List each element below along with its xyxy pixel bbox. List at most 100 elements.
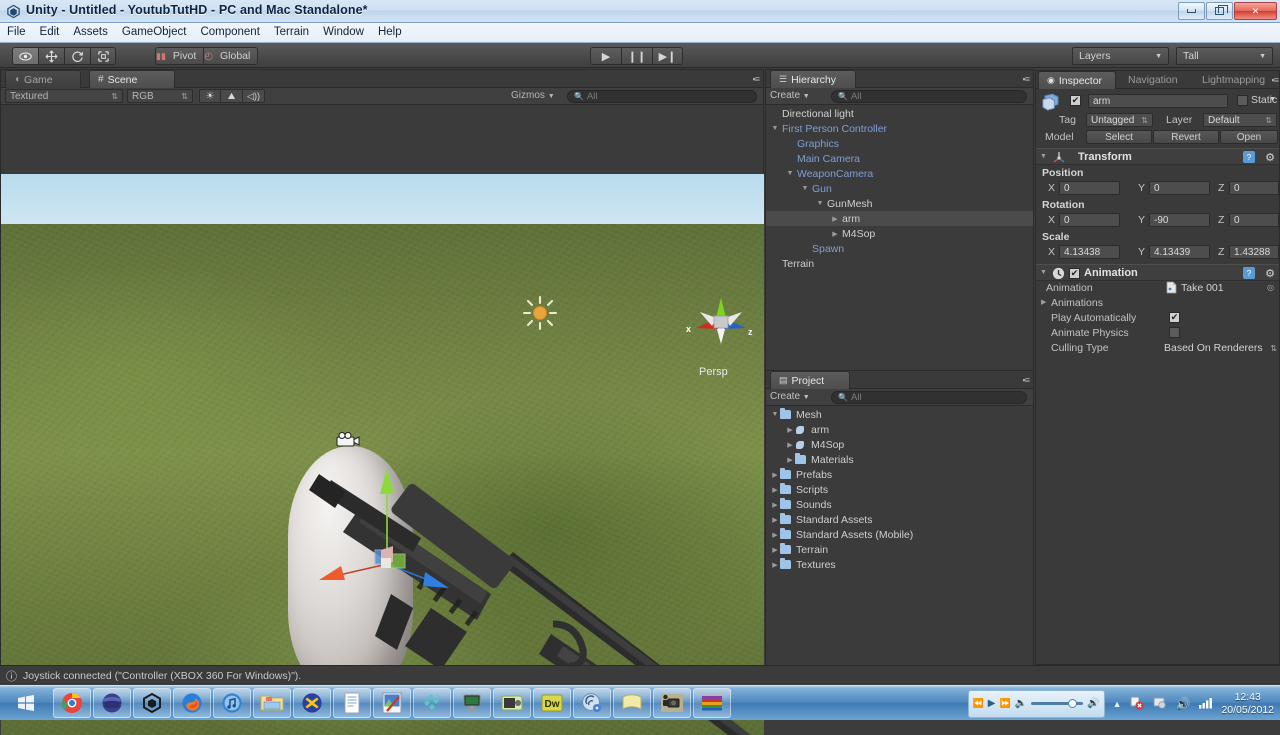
animation-foldout-arrow-icon[interactable]: ▼ — [1040, 269, 1047, 276]
scene-viewport[interactable]: x z Persp — [1, 174, 764, 735]
model-open-button[interactable]: Open — [1220, 130, 1278, 144]
project-item[interactable]: ▶ Materials — [766, 452, 1033, 467]
project-item[interactable]: ▶ Standard Assets — [766, 512, 1033, 527]
play-button[interactable]: ▶ — [590, 47, 621, 65]
tab-lightmapping[interactable]: Lightmapping — [1194, 71, 1278, 89]
foldout-arrow-icon[interactable]: ▶ — [770, 501, 780, 509]
taskbar-notepad[interactable] — [333, 688, 371, 718]
menu-item-terrain[interactable]: Terrain — [267, 23, 316, 41]
animation-component-header[interactable]: ▼ ✔ Animation ? ⚙ — [1036, 264, 1279, 281]
show-hidden-icons-button[interactable]: ▲ — [1113, 699, 1122, 709]
taskbar-photoshop[interactable] — [373, 688, 411, 718]
scene-orientation-gizmo[interactable]: x z — [684, 288, 758, 354]
scale-z-input[interactable]: 1.43288 — [1229, 245, 1279, 259]
foldout-arrow-icon[interactable]: ▼ — [770, 125, 780, 132]
project-item[interactable]: ▶ Prefabs — [766, 467, 1033, 482]
taskbar-3dmodeler[interactable] — [453, 688, 491, 718]
project-item[interactable]: ▶ arm — [766, 422, 1033, 437]
hierarchy-create-button[interactable]: Create ▼ — [770, 90, 810, 101]
project-search-input[interactable]: 🔍 All — [831, 391, 1027, 404]
move-tool-button[interactable] — [38, 47, 64, 65]
taskbar-xfire[interactable] — [293, 688, 331, 718]
project-item[interactable]: ▶ Terrain — [766, 542, 1033, 557]
foldout-arrow-icon[interactable]: ▶ — [830, 215, 840, 223]
media-prev-icon[interactable]: ⏪ — [973, 698, 984, 709]
model-select-button[interactable]: Select — [1086, 130, 1152, 144]
scene-panel-menu-icon[interactable]: ▪≡ — [753, 74, 761, 84]
network-icon[interactable] — [1152, 695, 1167, 713]
pivot-toggle[interactable]: ▮▮ Pivot — [155, 47, 204, 65]
hierarchy-item[interactable]: Directional light — [766, 106, 1033, 121]
taskbar-notes[interactable] — [613, 688, 651, 718]
media-next-icon[interactable]: ⏩ — [999, 698, 1010, 709]
taskbar-dreamweaver[interactable]: Dw — [533, 688, 571, 718]
animation-enabled-checkbox[interactable]: ✔ — [1069, 268, 1080, 279]
lighting-toggle-icon[interactable]: ☀ — [199, 89, 221, 103]
animations-foldout-arrow-icon[interactable]: ▶ — [1041, 298, 1046, 306]
taskbar-imageeditor[interactable] — [413, 688, 451, 718]
render-mode-dropdown[interactable]: RGB ⇅ — [127, 89, 193, 103]
foldout-arrow-icon[interactable]: ▼ — [785, 170, 795, 177]
hierarchy-item[interactable]: Main Camera — [766, 151, 1033, 166]
hierarchy-tree[interactable]: Directional light ▼ First Person Controlle… — [766, 106, 1033, 373]
project-item[interactable]: ▶ Standard Assets (Mobile) — [766, 527, 1033, 542]
media-player-toolbar[interactable]: ⏪ ▶ ⏩ 🔈 🔊 — [967, 689, 1105, 718]
taskbar-chrome[interactable] — [53, 688, 91, 718]
foldout-arrow-icon[interactable]: ▶ — [770, 546, 780, 554]
foldout-arrow-icon[interactable]: ▼ — [815, 200, 825, 207]
foldout-arrow-icon[interactable]: ▶ — [785, 441, 795, 449]
taskbar-unity[interactable] — [133, 688, 171, 718]
taskbar-clock[interactable]: 12:43 20/05/2012 — [1221, 691, 1274, 717]
handle-space-toggle[interactable]: ◴ Global — [203, 47, 259, 65]
menu-item-window[interactable]: Window — [316, 23, 371, 41]
tab-project[interactable]: ▤ Project — [770, 371, 850, 389]
maximize-button[interactable] — [1206, 2, 1233, 20]
foldout-arrow-icon[interactable]: ▼ — [770, 411, 780, 418]
hierarchy-item[interactable]: Graphics — [766, 136, 1033, 151]
rotation-y-input[interactable]: -90 — [1149, 213, 1210, 227]
foldout-arrow-icon[interactable]: ▶ — [770, 561, 780, 569]
project-item[interactable]: ▼ Mesh — [766, 407, 1033, 422]
tab-scene[interactable]: # Scene — [89, 70, 175, 88]
foldout-arrow-icon[interactable]: ▶ — [770, 531, 780, 539]
scale-x-input[interactable]: 4.13438 — [1059, 245, 1120, 259]
hierarchy-item[interactable]: ▼ Gun — [766, 181, 1033, 196]
hierarchy-item[interactable]: ▼ GunMesh — [766, 196, 1033, 211]
hierarchy-item[interactable]: Spawn — [766, 241, 1033, 256]
tag-dropdown[interactable]: Untagged ⇅ — [1086, 113, 1153, 127]
animation-clip-picker-icon[interactable]: ◎ — [1267, 283, 1274, 292]
inspector-panel-menu-icon[interactable]: ▪≡ — [1272, 75, 1280, 85]
position-x-input[interactable]: 0 — [1059, 181, 1120, 195]
audio-toggle-icon[interactable]: ◁)) — [243, 89, 265, 103]
pause-button[interactable]: ❙❙ — [621, 47, 652, 65]
transform-component-header[interactable]: ▼ Transform ? ⚙ — [1036, 148, 1279, 165]
foldout-arrow-icon[interactable]: ▶ — [770, 486, 780, 494]
taskbar-camtasia[interactable] — [653, 688, 691, 718]
project-panel-menu-icon[interactable]: ▪≡ — [1023, 375, 1031, 385]
layer-dropdown[interactable]: Default ⇅ — [1203, 113, 1277, 127]
hierarchy-panel-menu-icon[interactable]: ▪≡ — [1023, 74, 1031, 84]
foldout-arrow-icon[interactable]: ▼ — [800, 185, 810, 192]
taskbar-mediaplayer[interactable] — [93, 688, 131, 718]
project-item[interactable]: ▶ M4Sop — [766, 437, 1033, 452]
layout-dropdown[interactable]: Tall ▼ — [1176, 47, 1273, 65]
scene-search-input[interactable]: 🔍 All — [567, 90, 757, 103]
volume-slider[interactable] — [1031, 699, 1084, 708]
taskbar-itunes[interactable] — [213, 688, 251, 718]
animation-help-icon[interactable]: ? — [1243, 267, 1255, 282]
draw-mode-dropdown[interactable]: Textured ⇅ — [5, 89, 123, 103]
scene-fx-toggle-icon[interactable]: ⛰ — [221, 89, 243, 103]
hand-tool-button[interactable] — [12, 47, 38, 65]
layers-dropdown[interactable]: Layers ▼ — [1072, 47, 1169, 65]
scale-y-input[interactable]: 4.13439 — [1149, 245, 1210, 259]
foldout-arrow-icon[interactable]: ▶ — [830, 230, 840, 238]
start-button[interactable] — [2, 688, 50, 719]
animation-clip-value[interactable]: Take 001 — [1181, 282, 1224, 294]
step-button[interactable]: ▶❙ — [652, 47, 683, 65]
rotation-z-input[interactable]: 0 — [1229, 213, 1279, 227]
animations-foldout-row[interactable]: ▶ Animations — [1036, 296, 1279, 311]
position-z-input[interactable]: 0 — [1229, 181, 1279, 195]
position-y-input[interactable]: 0 — [1149, 181, 1210, 195]
volume-icon[interactable]: 🔊 — [1175, 697, 1190, 711]
tab-hierarchy[interactable]: ☰ Hierarchy — [770, 70, 856, 88]
